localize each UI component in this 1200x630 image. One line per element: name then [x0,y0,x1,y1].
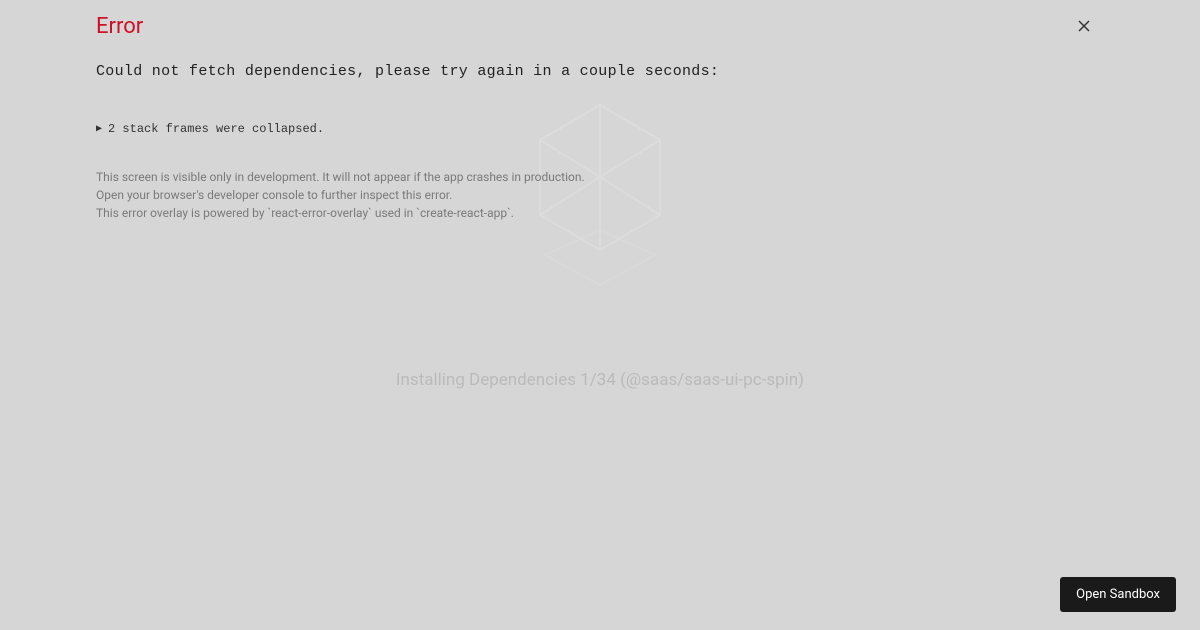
error-message: Could not fetch dependencies, please try… [96,63,1104,80]
disclaimer-text: This screen is visible only in developme… [96,168,1104,222]
triangle-right-icon: ▶ [96,123,102,135]
disclaimer-line-3: This error overlay is powered by `react-… [96,204,1104,222]
installing-status-text: Installing Dependencies 1/34 (@saas/saas… [396,370,804,390]
disclaimer-line-2: Open your browser's developer console to… [96,186,1104,204]
open-sandbox-button[interactable]: Open Sandbox [1060,577,1176,612]
stack-frames-toggle[interactable]: ▶ 2 stack frames were collapsed. [96,122,1104,136]
error-overlay: Error Could not fetch dependencies, plea… [0,0,1200,222]
disclaimer-line-1: This screen is visible only in developme… [96,168,1104,186]
error-title: Error [96,14,1104,39]
stack-collapsed-label: 2 stack frames were collapsed. [108,122,324,136]
